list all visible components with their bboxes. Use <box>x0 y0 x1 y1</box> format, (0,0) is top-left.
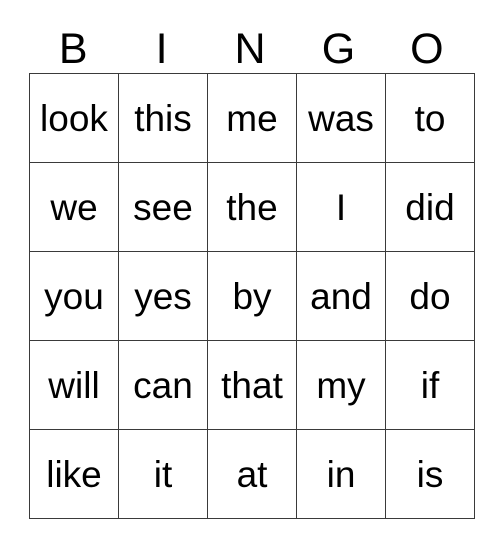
bingo-header-letter-g: G <box>321 25 356 73</box>
bingo-cell[interactable]: was <box>296 73 386 163</box>
bingo-row: look this me was to <box>29 73 475 163</box>
bingo-cell[interactable]: in <box>296 429 386 519</box>
bingo-header-letter-o: O <box>410 25 444 73</box>
bingo-cell[interactable]: I <box>296 162 386 252</box>
bingo-row: will can that my if <box>29 340 475 430</box>
bingo-cell[interactable]: can <box>118 340 208 430</box>
bingo-cell[interactable]: do <box>385 251 475 341</box>
bingo-cell[interactable]: see <box>118 162 208 252</box>
bingo-cell[interactable]: this <box>118 73 208 163</box>
bingo-cell[interactable]: me <box>207 73 297 163</box>
bingo-header-letter-n: N <box>234 25 266 73</box>
bingo-row: we see the I did <box>29 162 475 252</box>
bingo-cell[interactable]: is <box>385 429 475 519</box>
bingo-cell[interactable]: look <box>29 73 119 163</box>
bingo-cell[interactable]: that <box>207 340 297 430</box>
bingo-cell[interactable]: at <box>207 429 297 519</box>
bingo-cell[interactable]: my <box>296 340 386 430</box>
bingo-cell[interactable]: the <box>207 162 297 252</box>
bingo-cell[interactable]: you <box>29 251 119 341</box>
bingo-cell[interactable]: if <box>385 340 475 430</box>
bingo-cell[interactable]: like <box>29 429 119 519</box>
bingo-header-row: B I N G O <box>29 17 471 73</box>
bingo-row: you yes by and do <box>29 251 475 341</box>
bingo-header-letter-b: B <box>58 25 88 73</box>
bingo-cell[interactable]: it <box>118 429 208 519</box>
bingo-cell[interactable]: will <box>29 340 119 430</box>
bingo-grid: look this me was to we see the I did you… <box>29 73 475 519</box>
bingo-cell[interactable]: to <box>385 73 475 163</box>
bingo-card: B I N G O look this me was to we see the… <box>29 17 475 519</box>
bingo-cell[interactable]: yes <box>118 251 208 341</box>
bingo-cell[interactable]: did <box>385 162 475 252</box>
bingo-cell[interactable]: by <box>207 251 297 341</box>
bingo-header-letter-i: I <box>155 25 168 73</box>
bingo-row: like it at in is <box>29 429 475 519</box>
bingo-cell[interactable]: and <box>296 251 386 341</box>
bingo-cell[interactable]: we <box>29 162 119 252</box>
